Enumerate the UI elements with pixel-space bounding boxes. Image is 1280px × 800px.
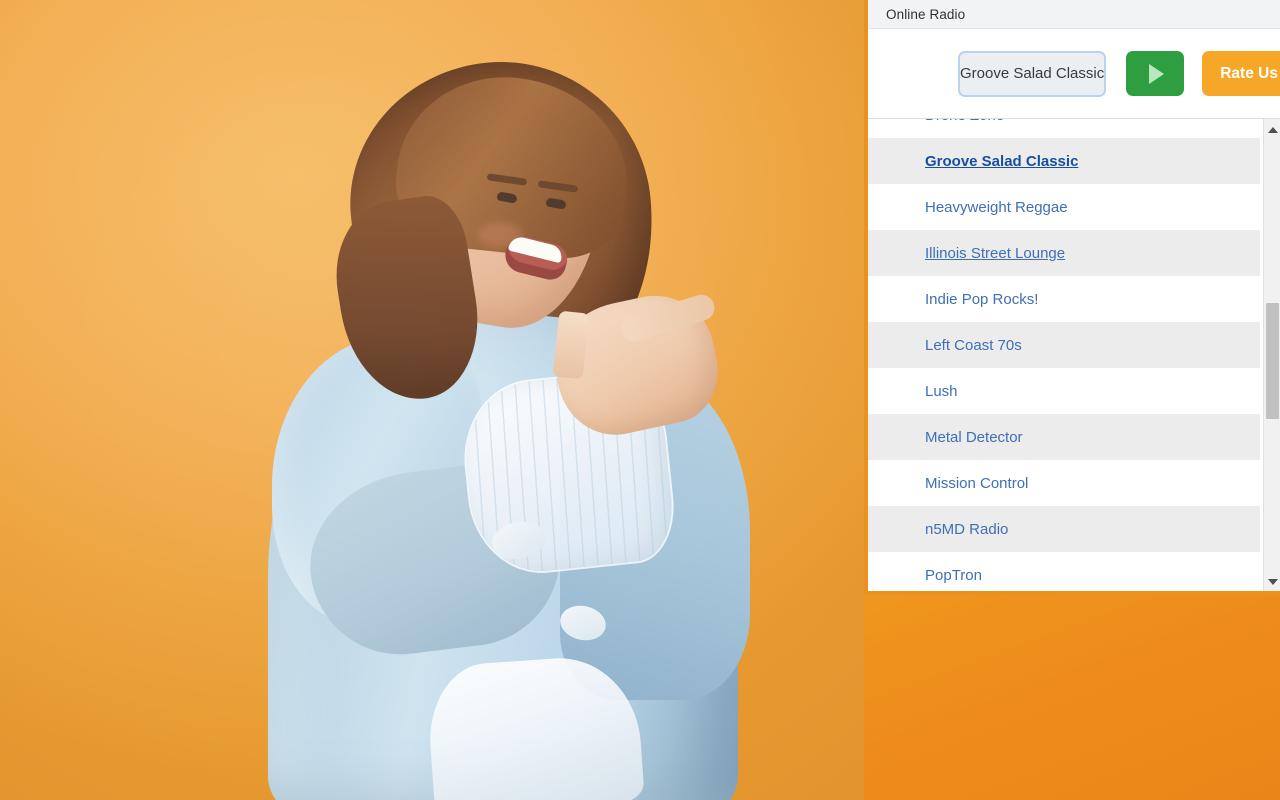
play-button[interactable] <box>1126 51 1185 96</box>
scroll-up-glyph <box>1267 126 1278 133</box>
station-list-scrollbar[interactable] <box>1263 119 1280 591</box>
station-list-item[interactable]: indie pop rocksIndie Pop Rocks! <box>868 276 1260 322</box>
station-list-item-label: Lush <box>925 382 958 400</box>
station-list-item-label: Illinois Street Lounge <box>925 244 1066 262</box>
station-list-item-label: Drone Zone <box>925 119 1004 124</box>
background-photo <box>0 0 866 800</box>
scrollbar-thumb[interactable] <box>1266 303 1279 419</box>
station-list-item[interactable]: 70sLeft Coast 70s <box>868 322 1260 368</box>
station-list-viewport: Drone ZoneDrone ZoneGroove Salad Classic… <box>868 119 1260 591</box>
station-list-item-label: Metal Detector <box>925 428 1023 446</box>
station-list-item[interactable]: Drone ZoneDrone Zone <box>868 119 1260 138</box>
station-list: Drone ZoneDrone ZoneGroove Salad Classic… <box>868 118 1280 591</box>
station-list-item-label: Left Coast 70s <box>925 336 1022 354</box>
play-icon <box>1149 63 1165 84</box>
scroll-up-arrow-icon[interactable] <box>1264 121 1280 138</box>
scroll-down-glyph <box>1267 578 1278 585</box>
station-list-item-label: PopTron <box>925 566 982 584</box>
player-bar: Groove Salad Classic Groove Salad Classi… <box>868 29 1280 118</box>
scroll-down-arrow-icon[interactable] <box>1264 573 1280 590</box>
station-list-item-label: Groove Salad Classic <box>925 152 1079 170</box>
panel-title: Online Radio <box>886 6 966 22</box>
station-list-item[interactable]: REGGAEHeavyweight Reggae <box>868 184 1260 230</box>
station-list-item[interactable]: LUSHLush <box>868 368 1260 414</box>
panel-header: Online Radio <box>868 0 1280 29</box>
station-list-item[interactable]: PopTronPopTron <box>868 552 1260 591</box>
page-background <box>864 595 1280 800</box>
station-list-item[interactable]: Groove Salad ClassicGroove Salad Classic <box>868 138 1260 184</box>
station-name-input[interactable]: Groove Salad Classic <box>958 50 1107 97</box>
station-list-item-label: n5MD Radio <box>925 520 1009 538</box>
station-list-item[interactable]: DETECTORMetal Detector <box>868 414 1260 460</box>
station-list-items: Drone ZoneDrone ZoneGroove Salad Classic… <box>868 119 1260 591</box>
station-list-item[interactable]: LoungeIllinois Street Lounge <box>868 230 1260 276</box>
station-list-item[interactable]: mission controlMission Control <box>868 460 1260 506</box>
station-name-value: Groove Salad Classic <box>960 65 1105 82</box>
photo-vignette <box>0 0 866 800</box>
station-list-item[interactable]: n5MDn5MD Radio <box>868 506 1260 552</box>
online-radio-panel: Online Radio Groove Salad Classic Groove… <box>864 0 1280 595</box>
screen: Online Radio Groove Salad Classic Groove… <box>0 0 1280 800</box>
station-list-item-label: Indie Pop Rocks! <box>925 290 1039 308</box>
station-list-item-label: Mission Control <box>925 474 1029 492</box>
station-list-item-label: Heavyweight Reggae <box>925 198 1068 216</box>
rate-us-button[interactable]: Rate Us <box>1202 51 1280 96</box>
